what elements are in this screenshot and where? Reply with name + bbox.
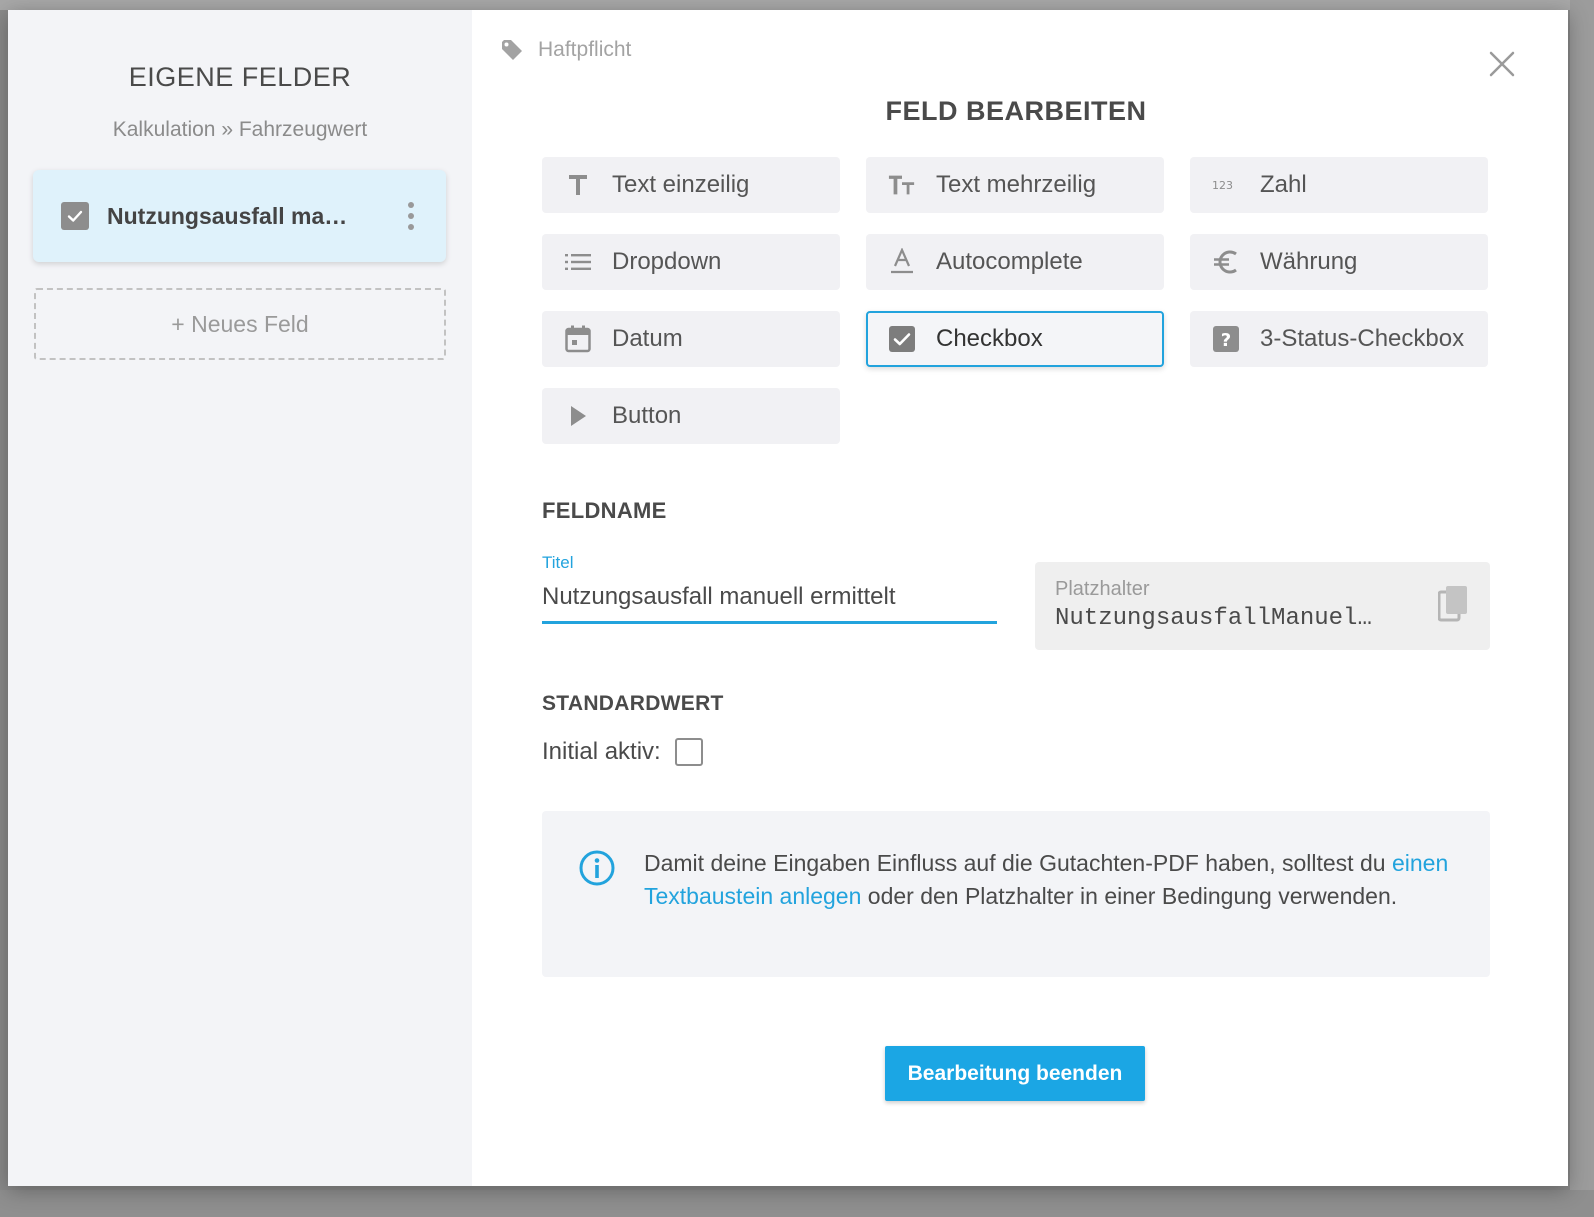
copy-icon[interactable]: [1438, 586, 1468, 622]
euro-icon: [1212, 248, 1240, 276]
type-button[interactable]: Button: [542, 388, 840, 444]
background-strip-right: [1570, 0, 1594, 1217]
initial-active-row: Initial aktiv:: [542, 738, 703, 766]
type-label: Dropdown: [612, 248, 722, 275]
text-multi-icon: [888, 171, 916, 199]
type-label: Checkbox: [936, 325, 1043, 352]
type-label: Text mehrzeilig: [936, 171, 1097, 198]
type-label: 3-Status-Checkbox: [1260, 325, 1465, 352]
type-label: Text einzeilig: [612, 171, 750, 198]
title-field[interactable]: Titel Nutzungsausfall manuell ermittelt: [542, 553, 997, 624]
background-strip-top: [0, 0, 1594, 10]
text-single-icon: [564, 171, 592, 199]
type-dropdown[interactable]: Dropdown: [542, 234, 840, 290]
type-tristate-checkbox[interactable]: ? 3-Status-Checkbox: [1190, 311, 1488, 367]
type-autocomplete[interactable]: Autocomplete: [866, 234, 1164, 290]
info-text-part: Damit deine Eingaben Einfluss auf die Gu…: [644, 850, 1392, 876]
type-label: Zahl: [1260, 171, 1307, 198]
checkbox-icon: [61, 202, 89, 230]
type-date[interactable]: Datum: [542, 311, 840, 367]
tag-icon: [502, 40, 522, 60]
list-icon: [564, 248, 592, 276]
title-input[interactable]: Nutzungsausfall manuell ermittelt: [542, 583, 997, 624]
kebab-menu-icon[interactable]: [404, 202, 418, 230]
custom-field-card[interactable]: Nutzungsausfall ma…: [33, 170, 446, 262]
play-icon: [564, 402, 592, 430]
type-currency[interactable]: Währung: [1190, 234, 1488, 290]
background-strip-bottom: [0, 1190, 1594, 1217]
svg-text:123: 123: [1212, 179, 1233, 192]
type-label: Währung: [1260, 248, 1358, 275]
main-panel: Haftpflicht FELD BEARBEITEN Text einzeil…: [472, 10, 1568, 1186]
info-text-part: oder den Platzhalter in einer Bedingung …: [861, 883, 1398, 909]
type-text-multi[interactable]: Text mehrzeilig: [866, 157, 1164, 213]
info-box: Damit deine Eingaben Einfluss auf die Gu…: [542, 811, 1490, 977]
type-label: Autocomplete: [936, 248, 1083, 275]
standardwert-heading: STANDARDWERT: [542, 692, 724, 715]
finish-editing-button[interactable]: Bearbeitung beenden: [885, 1046, 1145, 1101]
initial-active-checkbox[interactable]: [674, 738, 703, 766]
sidebar-title: EIGENE FELDER: [128, 62, 352, 92]
feldname-heading: FELDNAME: [542, 498, 667, 523]
breadcrumb: Kalkulation » Fahrzeugwert: [112, 118, 368, 141]
info-icon: [579, 850, 615, 886]
placeholder-field: Platzhalter NutzungsausfallManuel…: [1035, 562, 1490, 650]
info-text: Damit deine Eingaben Einfluss auf die Gu…: [644, 847, 1454, 977]
placeholder-label: Platzhalter: [1055, 578, 1150, 600]
calendar-icon: [564, 325, 592, 353]
checkbox-icon: [888, 325, 916, 353]
tag-row: Haftpflicht: [500, 38, 631, 62]
custom-field-label: Nutzungsausfall ma…: [107, 202, 348, 229]
close-icon[interactable]: [1488, 50, 1516, 78]
number-icon: 123: [1212, 171, 1240, 199]
placeholder-value: NutzungsausfallManuel…: [1055, 605, 1372, 632]
page-title: FELD BEARBEITEN: [885, 96, 1147, 126]
type-text-single[interactable]: Text einzeilig: [542, 157, 840, 213]
field-type-grid: Text einzeilig Text mehrzeilig 123 Zahl …: [542, 157, 1490, 444]
sidebar: EIGENE FELDER Kalkulation » Fahrzeugwert…: [8, 10, 472, 1186]
new-field-button[interactable]: + Neues Feld: [34, 288, 446, 360]
type-label: Datum: [612, 325, 683, 352]
type-label: Button: [612, 402, 682, 429]
type-checkbox[interactable]: Checkbox: [866, 311, 1164, 367]
type-number[interactable]: 123 Zahl: [1190, 157, 1488, 213]
initial-active-label: Initial aktiv:: [542, 738, 661, 765]
title-input-label: Titel: [542, 553, 574, 572]
svg-text:?: ?: [1221, 330, 1231, 351]
autocomplete-icon: [888, 248, 916, 276]
tag-label: Haftpflicht: [538, 38, 632, 61]
edit-field-modal: EIGENE FELDER Kalkulation » Fahrzeugwert…: [8, 10, 1568, 1186]
question-box-icon: ?: [1212, 325, 1240, 353]
